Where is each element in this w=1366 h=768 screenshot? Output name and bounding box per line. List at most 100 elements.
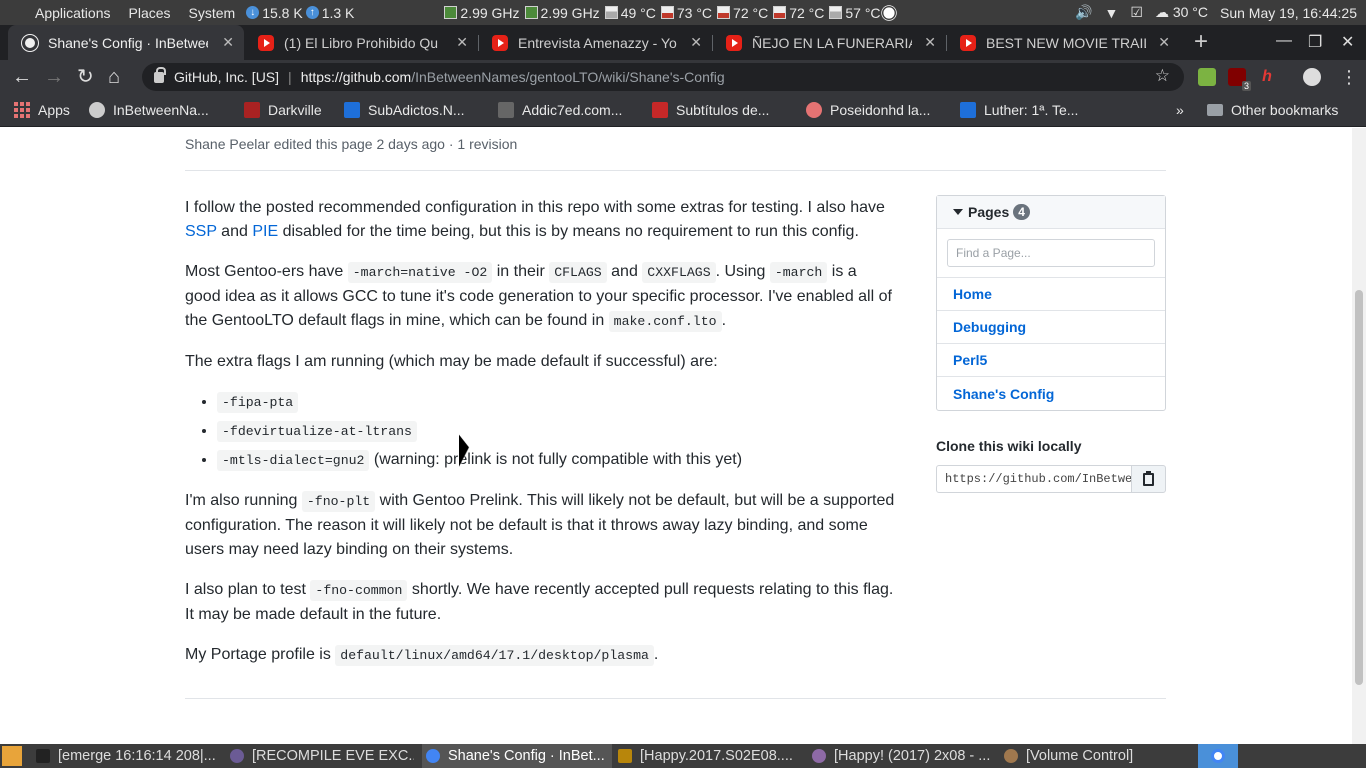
close-tab-icon[interactable]: ✕ — [222, 34, 234, 51]
bookmark-darkville[interactable]: Darkville — [244, 102, 322, 118]
page-link-home[interactable]: Home — [937, 278, 1165, 311]
clock[interactable]: Sun May 19, 16:44:25 — [1220, 5, 1357, 21]
paragraph: My Portage profile is default/linux/amd6… — [185, 643, 895, 668]
clone-url-field[interactable]: https://github.com/InBetweenNames/gentoo… — [936, 465, 1132, 493]
system-menu[interactable]: System — [180, 5, 245, 21]
tab-best-new-movie-trailers[interactable]: BEST NEW MOVIE TRAILE ✕ — [946, 25, 1180, 60]
youtube-icon — [960, 34, 976, 51]
url-path: /InBetweenNames/gentooLTO/wiki/Shane's-C… — [411, 69, 725, 85]
tab-title: Shane's Config · InBetwee — [48, 34, 208, 51]
bookmark-luther[interactable]: Luther: 1ª. Te... — [960, 102, 1078, 118]
more-menu-icon[interactable]: ⋮ — [1340, 65, 1358, 89]
tab-nejo-funeraria[interactable]: ÑEJO EN LA FUNERARIA ✕ — [712, 25, 946, 60]
inline-code: CFLAGS — [549, 262, 607, 283]
page-link-perl5[interactable]: Perl5 — [937, 344, 1165, 377]
bookmark-subtitulos[interactable]: Subtítulos de... — [652, 102, 769, 118]
task-emerge-terminal[interactable]: [emerge 16:16:14 208|... — [36, 744, 226, 768]
ublock-icon[interactable]: 3 — [1228, 68, 1251, 91]
page-link-shanes-config[interactable]: Shane's Config — [937, 377, 1165, 410]
bookmark-poseidonhd[interactable]: Poseidonhd la... — [806, 102, 930, 118]
bookmark-other-bookmarks[interactable]: Other bookmarks — [1207, 102, 1338, 118]
cpu-freq-2[interactable]: 2.99 GHz — [524, 5, 600, 21]
divider — [185, 170, 1166, 171]
close-tab-icon[interactable]: ✕ — [456, 34, 468, 51]
find-page-input[interactable] — [947, 239, 1155, 267]
h-extension-icon[interactable]: h — [1258, 68, 1276, 86]
task-chrome-shanes-config[interactable]: Shane's Config · InBet... — [422, 744, 612, 768]
thermometer-icon — [773, 6, 787, 19]
minimize-icon[interactable]: — — [1276, 32, 1292, 50]
reload-icon[interactable]: ↻ — [77, 65, 94, 89]
cpu-chip-icon — [444, 6, 458, 19]
list-item: -mtls-dialect=gnu2 (warning: prelink is … — [217, 448, 895, 473]
site-identity[interactable]: GitHub, Inc. [US] — [174, 69, 279, 85]
browser-toolbar: ← → ↻ ⌂ GitHub, Inc. [US] | https://gith… — [0, 60, 1366, 94]
cpu-freq-1[interactable]: 2.99 GHz — [444, 5, 520, 21]
pages-header[interactable]: Pages 4 — [937, 196, 1165, 229]
tab-entrevista-amenazzy[interactable]: Entrevista Amenazzy - Yo ✕ — [478, 25, 712, 60]
bookmarks-overflow-chevron-icon[interactable]: » — [1176, 102, 1184, 118]
restore-window-icon[interactable]: ❐ — [1308, 32, 1322, 52]
copy-clone-url-button[interactable] — [1131, 465, 1166, 493]
temp-sensor-2[interactable]: 73 °C — [660, 5, 712, 21]
inline-code: -fipa-pta — [217, 392, 299, 413]
page-scrollbar[interactable] — [1352, 128, 1366, 744]
temp-sensor-5[interactable]: 57 °C — [829, 5, 881, 21]
profile-avatar-icon[interactable] — [1303, 68, 1321, 86]
close-tab-icon[interactable]: ✕ — [690, 34, 702, 51]
chrome-tray-icon[interactable] — [1198, 744, 1238, 768]
net-down-speed: 15.8 K — [262, 4, 303, 21]
inline-code: -march — [769, 262, 828, 283]
close-tab-icon[interactable]: ✕ — [1158, 34, 1170, 51]
clipboard-icon — [1143, 470, 1154, 486]
task-happy-folder[interactable]: [Happy.2017.S02E08.... — [618, 744, 804, 768]
temp-sensor-1[interactable]: 49 °C — [604, 5, 656, 21]
subadictos-icon — [344, 102, 360, 118]
wiki-page: Shane Peelar edited this page 2 days ago… — [0, 128, 1352, 744]
volume-icon[interactable]: 🔊 — [1075, 4, 1092, 21]
paragraph: I follow the posted recommended configur… — [185, 199, 885, 240]
clipboard-check-icon[interactable]: ☑ — [1130, 4, 1143, 21]
home-icon[interactable]: ⌂ — [108, 65, 120, 89]
bookmark-inbetweennames[interactable]: InBetweenNa... — [89, 102, 209, 118]
new-tab-icon[interactable]: + — [1194, 28, 1208, 56]
paragraph: The extra flags I am running (which may … — [185, 353, 718, 370]
close-window-icon[interactable]: ✕ — [1341, 32, 1354, 52]
close-tab-icon[interactable]: ✕ — [924, 34, 936, 51]
upload-arrow-icon: ↑ — [305, 6, 319, 19]
terminal-icon[interactable] — [2, 746, 22, 766]
subtitulos-icon — [652, 102, 668, 118]
tab-shanes-config[interactable]: Shane's Config · InBetwee ✕ — [8, 25, 244, 60]
places-menu[interactable]: Places — [120, 5, 180, 21]
applications-menu[interactable]: Applications — [0, 5, 120, 21]
download-arrow-icon: ↓ — [246, 6, 260, 19]
bookmark-star-icon[interactable]: ☆ — [1155, 66, 1170, 86]
wifi-icon[interactable]: ▼ — [1105, 5, 1119, 21]
bookmark-subadictos[interactable]: SubAdictos.N... — [344, 102, 465, 118]
scrollbar-thumb[interactable] — [1355, 290, 1363, 685]
back-arrow-icon[interactable]: ← — [12, 65, 32, 89]
lock-icon[interactable] — [154, 66, 166, 83]
brightness-icon[interactable] — [882, 6, 895, 19]
thermometer-icon — [604, 6, 618, 19]
chrome-icon — [1211, 749, 1225, 763]
inline-code: -march=native -O2 — [347, 262, 493, 283]
address-bar[interactable]: GitHub, Inc. [US] | https://github.com/I… — [142, 63, 1184, 91]
weather-widget[interactable]: ☁ 30 °C — [1155, 4, 1208, 21]
temp-sensor-3[interactable]: 72 °C — [717, 5, 768, 21]
ssp-link[interactable]: SSP — [185, 223, 217, 240]
pie-link[interactable]: PIE — [252, 223, 278, 240]
network-monitor[interactable]: ↓ 15.8 K ↑ 1.3 K — [246, 5, 354, 21]
task-recompile-eve[interactable]: [RECOMPILE EVE EXC... — [230, 744, 414, 768]
tab-title: ÑEJO EN LA FUNERARIA — [752, 34, 912, 51]
forward-arrow-icon[interactable]: → — [44, 65, 64, 89]
page-link-debugging[interactable]: Debugging — [937, 311, 1165, 344]
tab-el-libro-prohibido[interactable]: (1) El Libro Prohibido Qu ✕ — [244, 25, 478, 60]
extension-icon[interactable] — [1198, 68, 1216, 86]
youtube-icon — [726, 34, 742, 51]
task-happy-video[interactable]: [Happy! (2017) 2x08 - ... — [812, 744, 998, 768]
task-volume-control[interactable]: [Volume Control] — [1004, 744, 1190, 768]
temp-sensor-4[interactable]: 72 °C — [773, 5, 824, 21]
bookmark-addic7ed[interactable]: Addic7ed.com... — [498, 102, 622, 118]
bookmark-apps[interactable]: Apps — [14, 102, 70, 118]
